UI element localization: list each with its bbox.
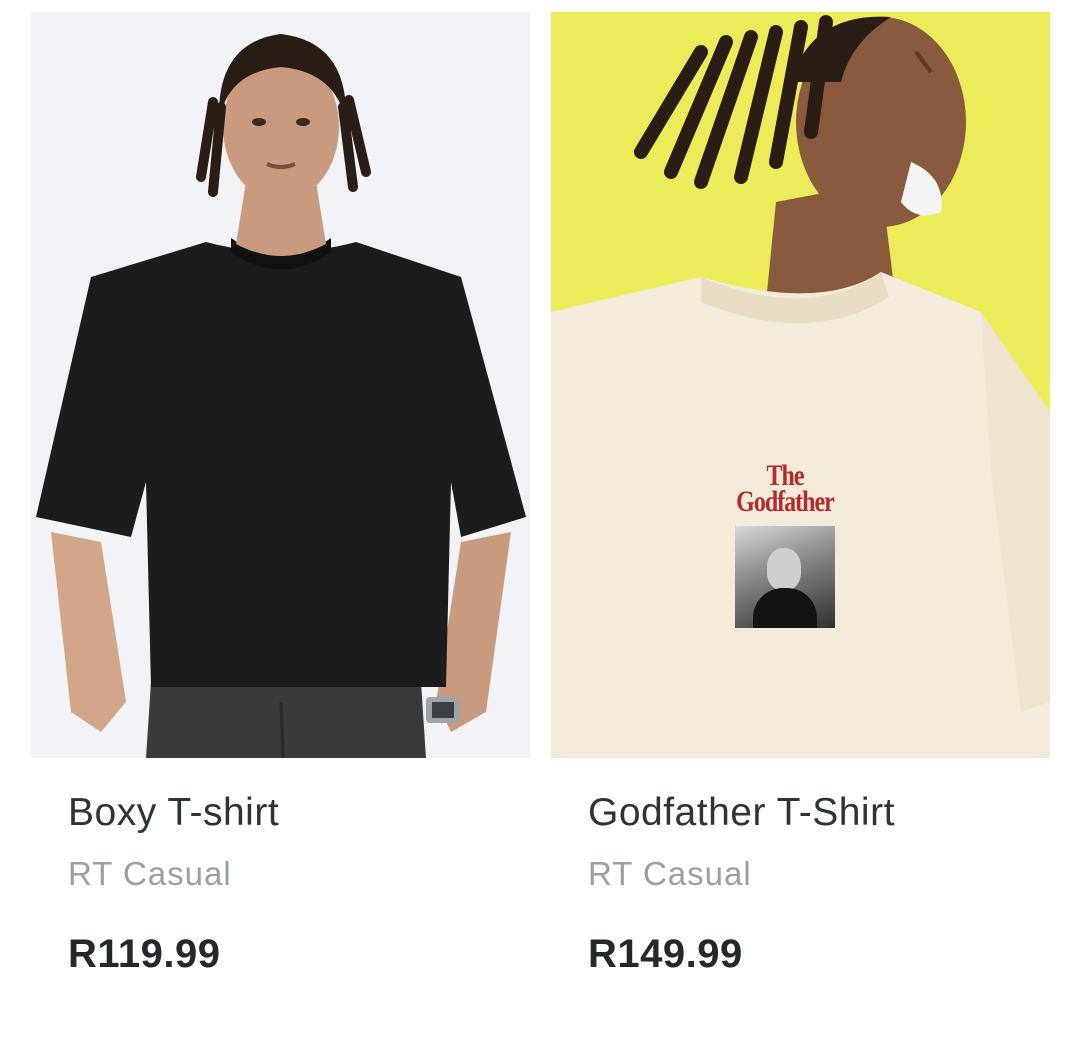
product-price: R149.99 bbox=[588, 932, 743, 976]
product-name[interactable]: Boxy T-shirt bbox=[68, 790, 530, 836]
product-name[interactable]: Godfather T-Shirt bbox=[588, 790, 1050, 836]
product-brand: RT Casual bbox=[68, 855, 232, 892]
black-tshirt-photo-icon bbox=[31, 12, 530, 758]
product-info: Godfather T-Shirt RT Casual R149.99 bbox=[551, 790, 1050, 978]
product-grid: Boxy T-shirt RT Casual R119.99 The Godfa… bbox=[0, 0, 1080, 1044]
product-info: Boxy T-shirt RT Casual R119.99 bbox=[31, 790, 530, 978]
product-brand: RT Casual bbox=[588, 855, 752, 892]
cream-tshirt-photo-icon bbox=[551, 12, 1050, 758]
product-price: R119.99 bbox=[68, 932, 221, 976]
product-card-boxy-tshirt[interactable]: Boxy T-shirt RT Casual R119.99 bbox=[31, 12, 530, 1012]
product-card-godfather-tshirt[interactable]: The Godfather Godfather T-Shirt RT Casua… bbox=[551, 12, 1050, 1012]
product-image[interactable] bbox=[31, 12, 530, 758]
product-image[interactable]: The Godfather bbox=[551, 12, 1050, 758]
